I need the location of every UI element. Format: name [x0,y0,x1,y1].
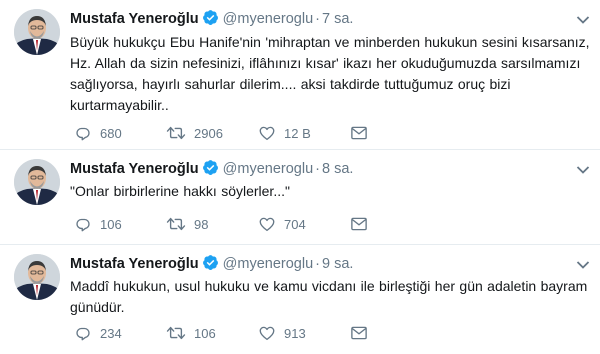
author-name[interactable]: Mustafa Yeneroğlu [70,256,199,272]
retweet-count: 2906 [194,125,223,141]
retweet-count: 106 [194,325,216,341]
verified-badge-icon [202,9,219,32]
separator-dot: · [315,11,320,27]
like-button[interactable]: 704 [258,215,350,233]
author-name[interactable]: Mustafa Yeneroğlu [70,11,199,27]
chevron-down-icon[interactable] [576,12,590,24]
direct-message-button[interactable] [350,216,380,232]
reply-count: 680 [100,125,122,141]
timeline: Mustafa Yeneroğlu @myeneroglu · 7 sa. Büyük… [0,0,600,354]
like-button[interactable]: 913 [258,324,350,342]
reply-icon [76,218,90,232]
reply-count: 234 [100,325,122,341]
tweet-header: Mustafa Yeneroğlu @myeneroglu · 8 sa. [70,159,353,182]
direct-message-icon [351,326,367,340]
separator-dot: · [315,256,320,272]
avatar[interactable] [14,9,60,55]
tweet-text: Büyük hukukçu Ebu Hanife'nin 'mihraptan … [70,34,590,113]
timestamp[interactable]: 8 sa. [322,161,353,177]
retweet-button[interactable]: 98 [166,215,258,233]
tweet[interactable]: Mustafa Yeneroğlu @myeneroglu · 8 sa. "Onla… [0,150,600,245]
reply-button[interactable]: 106 [74,215,166,233]
retweet-icon [166,126,186,140]
like-icon [259,326,275,341]
reply-count: 106 [100,216,122,232]
timestamp[interactable]: 9 sa. [322,256,353,272]
direct-message-button[interactable] [350,125,380,141]
separator-dot: · [315,161,320,177]
verified-badge-icon [202,254,219,277]
reply-icon [76,127,90,141]
tweet-actions: 234 106 913 [74,322,380,344]
avatar[interactable] [14,254,60,300]
retweet-button[interactable]: 2906 [166,124,258,142]
author-name[interactable]: Mustafa Yeneroğlu [70,161,199,177]
like-button[interactable]: 12 B [258,124,350,142]
reply-button[interactable]: 680 [74,124,166,142]
like-count: 12 B [284,125,311,141]
direct-message-button[interactable] [350,325,380,341]
reply-icon [76,327,90,341]
timestamp[interactable]: 7 sa. [322,11,353,27]
tweet-text: "Onlar birbirlerine hakkı söylerler..." [70,183,290,199]
tweet-header: Mustafa Yeneroğlu @myeneroglu · 7 sa. [70,9,353,32]
retweet-count: 98 [194,216,209,232]
like-count: 913 [284,325,306,341]
author-handle[interactable]: @myeneroglu [223,161,313,177]
tweet-actions: 680 2906 12 B [74,122,380,144]
chevron-down-icon[interactable] [576,162,590,174]
tweet-actions: 106 98 704 [74,213,380,235]
like-icon [259,217,275,232]
retweet-button[interactable]: 106 [166,324,258,342]
avatar[interactable] [14,159,60,205]
author-handle[interactable]: @myeneroglu [223,11,313,27]
reply-button[interactable]: 234 [74,324,166,342]
direct-message-icon [351,217,367,231]
tweet[interactable]: Mustafa Yeneroğlu @myeneroglu · 9 sa. Maddî… [0,245,600,354]
retweet-icon [166,326,186,340]
tweet-text: Maddî hukukun, usul hukuku ve kamu vicda… [70,278,588,315]
verified-badge-icon [202,159,219,182]
like-icon [259,126,275,141]
chevron-down-icon[interactable] [576,257,590,269]
author-handle[interactable]: @myeneroglu [223,256,313,272]
tweet-header: Mustafa Yeneroğlu @myeneroglu · 9 sa. [70,254,353,277]
retweet-icon [166,217,186,231]
like-count: 704 [284,216,306,232]
direct-message-icon [351,126,367,140]
tweet[interactable]: Mustafa Yeneroğlu @myeneroglu · 7 sa. Büyük… [0,0,600,150]
